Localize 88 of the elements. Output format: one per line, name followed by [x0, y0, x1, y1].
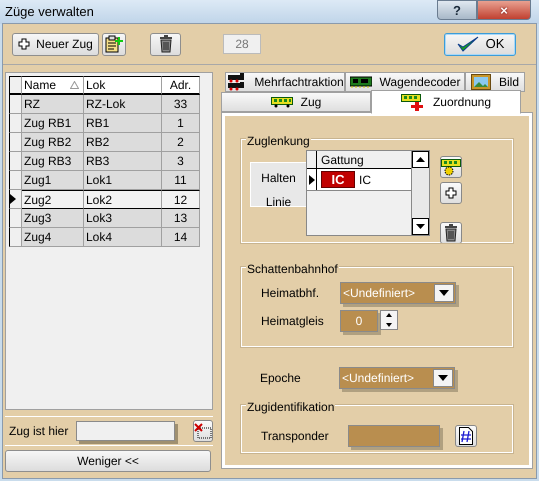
tab[interactable]: Zug	[221, 92, 371, 112]
field-label: Epoche	[260, 370, 302, 387]
table-cell: Lok4	[84, 228, 162, 247]
table-cell: Zug RB2	[22, 133, 84, 152]
new-train-button[interactable]: Neuer Zug	[12, 32, 99, 56]
help-button[interactable]: ?	[437, 0, 477, 20]
column-header[interactable]: Name	[22, 76, 84, 95]
table-cell: Lok2	[84, 190, 162, 209]
add-copy-button[interactable]	[102, 32, 126, 56]
field-label: Heimatgleis	[261, 313, 325, 330]
row-header[interactable]	[9, 133, 22, 152]
table-cell: 11	[162, 171, 200, 190]
table-cell: RB3	[84, 152, 162, 171]
row-header[interactable]	[9, 114, 22, 133]
table-cell: 13	[162, 209, 200, 228]
scrollbar[interactable]	[411, 151, 429, 235]
plus-icon	[18, 38, 30, 50]
field-label: Transponder	[261, 428, 330, 445]
table-cell: RB1	[84, 114, 162, 133]
row-header[interactable]	[9, 95, 22, 114]
clear-grid-icon	[194, 423, 212, 439]
row-header[interactable]	[9, 209, 22, 228]
row-header[interactable]	[9, 171, 22, 190]
row-header[interactable]	[9, 190, 22, 209]
trash-icon	[444, 224, 458, 242]
window-title: Züge verwalten	[5, 3, 94, 22]
row-header	[9, 76, 22, 95]
checkmark-icon	[456, 35, 480, 53]
clipboard-plus-icon	[105, 35, 123, 53]
column-header[interactable]: Adr.	[162, 76, 200, 95]
dropdown-arrow-icon	[438, 375, 448, 381]
column-header: Gattung	[320, 152, 364, 168]
hash-document-icon	[459, 427, 473, 445]
table-cell: Zug RB3	[22, 152, 84, 171]
tab[interactable]: Zuordnung	[371, 90, 521, 114]
tab[interactable]: Bild	[465, 72, 525, 92]
wagon-plus-icon	[400, 93, 425, 111]
row-header[interactable]	[9, 152, 22, 171]
clear-button[interactable]	[193, 420, 213, 442]
table-cell-text: IC	[359, 172, 371, 189]
tab[interactable]: Mehrfachtraktion	[225, 72, 345, 92]
table-cell: RB2	[84, 133, 162, 152]
table-cell: Zug1	[22, 171, 84, 190]
table-cell: 2	[162, 133, 200, 152]
picture-icon	[470, 74, 491, 90]
row-header[interactable]	[9, 228, 22, 247]
category-badge: IC	[321, 171, 355, 188]
table-cell: 33	[162, 95, 200, 114]
count-field: 28	[223, 34, 261, 54]
scroll-down-icon	[412, 218, 429, 235]
location-label: Zug ist hier	[9, 423, 68, 440]
sort-icon	[70, 81, 79, 89]
table-cell: 12	[162, 190, 200, 209]
row-pointer-icon	[10, 194, 16, 204]
delete-button[interactable]	[150, 32, 181, 56]
column-header[interactable]: Lok	[84, 76, 162, 95]
tab[interactable]: Wagendecoder	[345, 72, 465, 92]
table-cell: Zug4	[22, 228, 84, 247]
table-cell: RZ-Lok	[84, 95, 162, 114]
dropdown-arrow-icon	[439, 290, 449, 296]
table-cell: Zug3	[22, 209, 84, 228]
transponder-button[interactable]	[455, 425, 477, 447]
add-button[interactable]	[440, 182, 462, 204]
table-cell: Lok1	[84, 171, 162, 190]
locomotive-icon	[226, 73, 246, 91]
less-button[interactable]: Weniger <<	[5, 450, 211, 472]
spin-arrows-icon	[380, 310, 398, 330]
table-cell: 14	[162, 228, 200, 247]
side-label: Halten	[261, 170, 296, 187]
table-cell: 3	[162, 152, 200, 171]
table-cell: Lok3	[84, 209, 162, 228]
table-cell: Zug2	[22, 190, 84, 209]
wagon-icon	[270, 96, 293, 108]
wagon-settings-button[interactable]	[440, 156, 462, 178]
circuit-board-icon	[350, 76, 372, 88]
field-label: Heimatbhf.	[261, 285, 320, 302]
transponder-field[interactable]	[348, 425, 440, 447]
table-cell: RZ	[22, 95, 84, 114]
trash-icon	[158, 35, 172, 53]
scroll-up-icon	[412, 151, 429, 168]
table-cell: Zug RB1	[22, 114, 84, 133]
table-cell: 1	[162, 114, 200, 133]
delete-button[interactable]	[440, 222, 462, 244]
ok-button[interactable]: OK	[444, 32, 516, 56]
location-field[interactable]	[76, 421, 175, 441]
wagon-gear-icon	[441, 158, 461, 176]
side-label: Linie	[266, 194, 292, 211]
plus-icon	[445, 187, 457, 199]
